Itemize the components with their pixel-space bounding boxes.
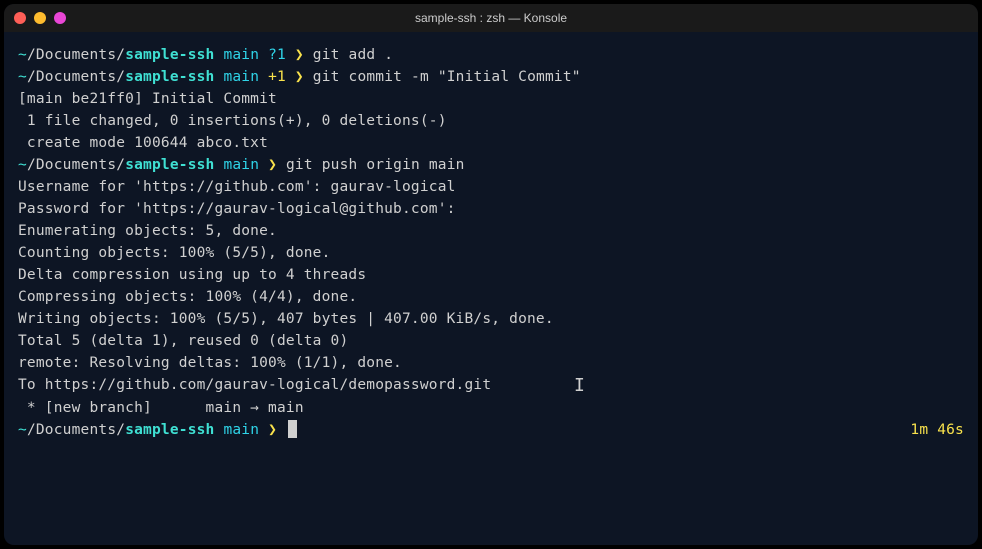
git-status: ?1 <box>268 44 286 66</box>
prompt-slash: / <box>27 154 36 176</box>
prompt-slash: / <box>116 422 125 438</box>
terminal-window: sample-ssh : zsh — Konsole ~/Documents/s… <box>4 4 978 545</box>
output-line: remote: Resolving deltas: 100% (1/1), do… <box>18 352 964 374</box>
prompt-path: Documents <box>36 44 116 66</box>
output-line: [main be21ff0] Initial Commit <box>18 88 964 110</box>
git-status: +1 <box>268 66 286 88</box>
prompt-symbol: ❯ <box>268 422 277 438</box>
output-line: To https://github.com/gaurav-logical/dem… <box>18 374 964 396</box>
command-text: git push origin main <box>286 154 465 176</box>
git-branch: main <box>223 44 259 66</box>
window-controls <box>14 12 66 24</box>
prompt-slash: / <box>27 422 36 438</box>
git-branch: main <box>223 422 259 438</box>
prompt-tilde: ~ <box>18 44 27 66</box>
prompt-symbol: ❯ <box>295 44 304 66</box>
titlebar: sample-ssh : zsh — Konsole <box>4 4 978 32</box>
command-text: git add . <box>313 44 393 66</box>
output-line: create mode 100644 abco.txt <box>18 132 964 154</box>
prompt-symbol: ❯ <box>268 154 277 176</box>
prompt-path: Documents <box>36 422 116 438</box>
prompt-path: Documents <box>36 66 116 88</box>
output-line: Writing objects: 100% (5/5), 407 bytes |… <box>18 308 964 330</box>
output-line: Password for 'https://gaurav-logical@git… <box>18 198 964 220</box>
command-text: git commit -m "Initial Commit" <box>313 66 581 88</box>
prompt-symbol: ❯ <box>295 66 304 88</box>
prompt-line-4: ~/Documents/sample-ssh main ❯ 1m 46s <box>18 419 964 441</box>
output-line: 1 file changed, 0 insertions(+), 0 delet… <box>18 110 964 132</box>
prompt-line-1: ~/Documents/sample-ssh main ?1 ❯ git add… <box>18 44 964 66</box>
prompt-slash: / <box>116 66 125 88</box>
window-title: sample-ssh : zsh — Konsole <box>4 11 978 25</box>
terminal-body[interactable]: ~/Documents/sample-ssh main ?1 ❯ git add… <box>4 32 978 545</box>
prompt-tilde: ~ <box>18 422 27 438</box>
prompt-dir: sample-ssh <box>125 422 214 438</box>
git-branch: main <box>223 154 259 176</box>
prompt-slash: / <box>116 154 125 176</box>
output-line: * [new branch] main → main <box>18 397 964 419</box>
prompt-line-2: ~/Documents/sample-ssh main +1 ❯ git com… <box>18 66 964 88</box>
close-icon[interactable] <box>14 12 26 24</box>
prompt-slash: / <box>27 66 36 88</box>
prompt-tilde: ~ <box>18 66 27 88</box>
output-line: Compressing objects: 100% (4/4), done. <box>18 286 964 308</box>
git-branch: main <box>223 66 259 88</box>
prompt-dir: sample-ssh <box>125 154 214 176</box>
output-line: Enumerating objects: 5, done. <box>18 220 964 242</box>
maximize-icon[interactable] <box>54 12 66 24</box>
output-line: Total 5 (delta 1), reused 0 (delta 0) <box>18 330 964 352</box>
prompt-tilde: ~ <box>18 154 27 176</box>
elapsed-time: 1m 46s <box>910 419 964 441</box>
minimize-icon[interactable] <box>34 12 46 24</box>
output-line: Username for 'https://github.com': gaura… <box>18 176 964 198</box>
prompt-path: Documents <box>36 154 116 176</box>
cursor-block <box>288 420 297 438</box>
prompt-dir: sample-ssh <box>125 66 214 88</box>
prompt-dir: sample-ssh <box>125 44 214 66</box>
prompt-slash: / <box>116 44 125 66</box>
prompt-slash: / <box>27 44 36 66</box>
output-line: Delta compression using up to 4 threads <box>18 264 964 286</box>
output-line: Counting objects: 100% (5/5), done. <box>18 242 964 264</box>
prompt-line-3: ~/Documents/sample-ssh main ❯ git push o… <box>18 154 964 176</box>
